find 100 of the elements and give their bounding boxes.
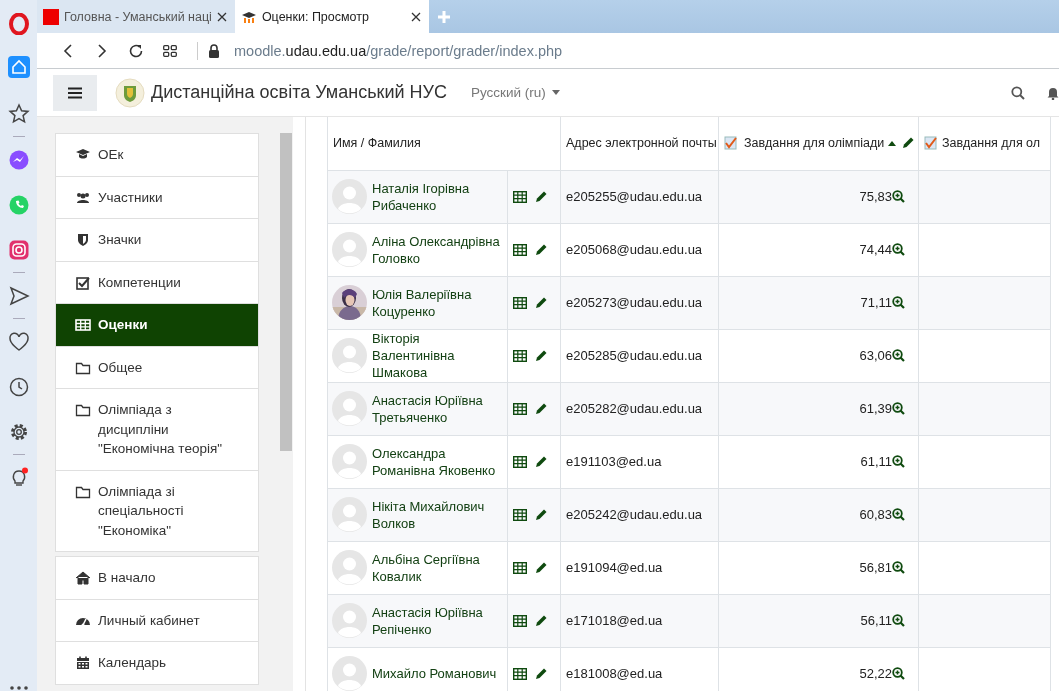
grade-value[interactable]: 61,39: [859, 401, 892, 416]
reload-icon: [128, 42, 144, 59]
grade-value[interactable]: 56,11: [860, 613, 892, 628]
send-icon: [7, 284, 30, 307]
nav-item[interactable]: Общее: [56, 345, 258, 388]
pencil-icon: [535, 243, 547, 256]
pencil-icon: [535, 561, 547, 574]
scrollbar-thumb[interactable]: [280, 133, 292, 451]
nav-item[interactable]: Значки: [56, 218, 258, 261]
grade-value[interactable]: 61,11: [860, 454, 892, 469]
zoom-in-icon: [892, 243, 905, 256]
grade-value[interactable]: 63,06: [859, 348, 892, 363]
url-text[interactable]: moodle.udau.edu.ua/grade/report/grader/index.php: [234, 42, 563, 59]
search-icon: [1011, 85, 1025, 100]
pencil-icon: [535, 349, 547, 362]
folder-icon: [75, 402, 91, 418]
sort-ascending-icon: [888, 140, 897, 146]
star-icon: [7, 102, 30, 125]
more-icon: [8, 685, 29, 691]
zoom-in-icon: [892, 349, 905, 362]
browser-tab[interactable]: Головна - Уманський наці: [37, 0, 235, 33]
zoom-in-icon: [892, 561, 905, 574]
caret-icon: [551, 90, 560, 95]
menu-button[interactable]: [53, 74, 97, 111]
pencil-icon: [535, 667, 547, 680]
shield-icon: [75, 232, 91, 248]
pencil-icon: [902, 137, 915, 150]
site-name[interactable]: Дистанційна освіта Уманський НУС: [151, 82, 447, 103]
home-icon: [75, 570, 91, 586]
column-header[interactable]: Завдання для олімпіади: [744, 136, 885, 151]
email-text: e181008@ed.ua: [566, 666, 663, 681]
new-tab-icon: [436, 10, 451, 24]
nav-item[interactable]: ОЕк: [56, 134, 258, 176]
table-icon: [75, 317, 91, 333]
avatar-icon: [332, 232, 367, 267]
grade-value[interactable]: 74,44: [859, 242, 892, 257]
assignment-icon: [924, 136, 938, 151]
pencil-icon: [535, 455, 547, 468]
site-logo-icon: [43, 8, 59, 25]
email-text: e191103@ed.ua: [566, 454, 662, 469]
grid-icon: [163, 44, 177, 57]
house-icon: [10, 59, 27, 75]
nav-item[interactable]: Участники: [56, 175, 258, 218]
email-text: e171018@ed.ua: [566, 613, 663, 628]
email-text: e205273@udau.edu.ua: [566, 295, 703, 310]
heart-icon: [7, 330, 30, 353]
avatar-icon: [332, 550, 367, 585]
table-icon: [513, 667, 527, 680]
email-text: e205068@udau.edu.ua: [566, 242, 703, 257]
nav-item[interactable]: В начало: [56, 557, 258, 599]
pencil-icon: [535, 614, 547, 627]
language-menu[interactable]: Русский (ru): [470, 85, 560, 100]
avatar-icon: [332, 391, 367, 426]
avatar-icon: [332, 497, 367, 532]
email-text: e205242@udau.edu.ua: [566, 507, 703, 522]
checkbox-icon: [75, 274, 91, 291]
table-icon: [513, 455, 527, 468]
email-text: e205255@udau.edu.ua: [566, 189, 703, 204]
nav-item[interactable]: Оценки: [56, 303, 258, 346]
nav-item[interactable]: Календарь: [56, 641, 258, 684]
table-icon: [513, 402, 527, 415]
avatar-icon: [332, 444, 367, 479]
pencil-icon: [535, 508, 547, 521]
lock-icon: [208, 43, 220, 58]
notification-icon: [1047, 85, 1059, 100]
table-icon: [513, 614, 527, 627]
grade-value[interactable]: 56,81: [859, 560, 892, 575]
clock-icon: [7, 375, 30, 398]
nav-item[interactable]: Олімпіада зі спеціальності "Економіка": [56, 469, 258, 551]
zoom-in-icon: [892, 508, 905, 521]
grade-value[interactable]: 71,11: [860, 295, 892, 310]
table-icon: [513, 296, 527, 309]
avatar-icon: [332, 603, 367, 638]
nav-item[interactable]: Личный кабинет: [56, 598, 258, 641]
grade-value[interactable]: 52,22: [859, 666, 892, 681]
zoom-in-icon: [892, 614, 905, 627]
nav-item[interactable]: Олімпіада з дисципліни "Економічна теорія": [56, 388, 258, 470]
column-header[interactable]: Имя / Фамилия: [333, 136, 421, 151]
forward-icon: [97, 43, 107, 58]
emblem-logo: [115, 77, 145, 108]
table-icon: [513, 561, 527, 574]
calendar-icon: [75, 655, 91, 671]
table-icon: [513, 508, 527, 521]
zoom-in-icon: [892, 190, 905, 203]
home-icon[interactable]: [7, 56, 30, 78]
messenger-icon: [7, 148, 30, 171]
instagram-icon: [7, 238, 30, 261]
pencil-icon: [535, 190, 547, 203]
email-text: e205285@udau.edu.ua: [566, 348, 703, 363]
table-icon: [513, 190, 527, 203]
whatsapp-icon: [7, 193, 30, 216]
browser-tab[interactable]: Оценки: Просмотр: [234, 0, 429, 33]
zoom-in-icon: [892, 402, 905, 415]
grade-value[interactable]: 75,83: [859, 189, 892, 204]
email-text: e191094@ed.ua: [566, 560, 663, 575]
menu-icon: [68, 86, 82, 99]
grade-value[interactable]: 60,83: [859, 507, 892, 522]
opera-logo-icon: [8, 13, 29, 35]
pencil-icon: [535, 402, 547, 415]
pencil-icon: [535, 296, 547, 309]
